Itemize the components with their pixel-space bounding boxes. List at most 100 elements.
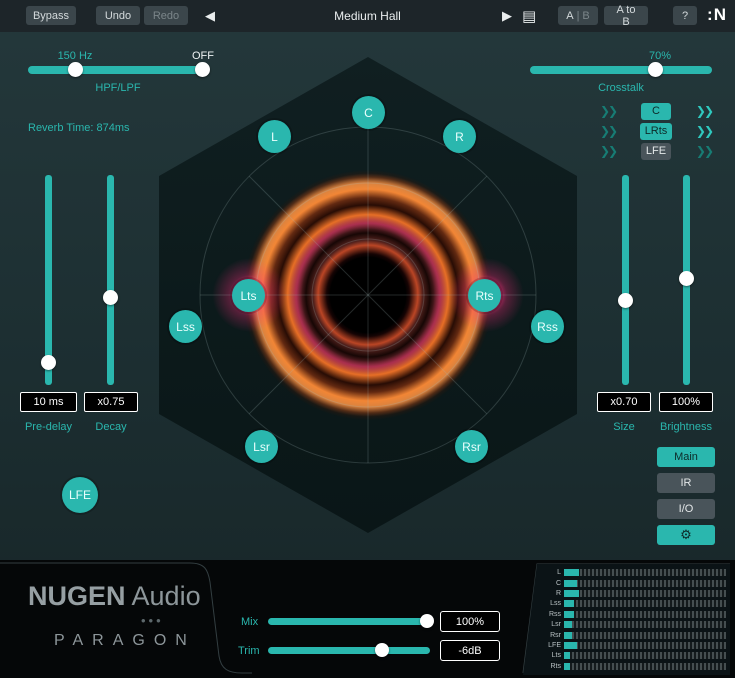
routing-input-chevron-icon[interactable]: ❯❯ [600, 104, 616, 118]
meter-fill [564, 642, 577, 649]
meter-channel-label: LFE [520, 641, 564, 650]
tab-ir[interactable]: IR [657, 473, 715, 493]
hpf-value-label: 150 Hz [50, 50, 100, 62]
meter-bar [564, 590, 726, 597]
routing-output-chevron-icon[interactable]: ❯❯ [696, 104, 712, 118]
routing-input-chevron-icon[interactable]: ❯❯ [600, 124, 616, 138]
meter-bar [564, 611, 726, 618]
meter-channel-label: L [520, 568, 564, 577]
mix-slider[interactable] [268, 618, 430, 625]
channel-node-lss[interactable]: Lss [169, 310, 202, 343]
routing-row-lrts: ❯❯ LRts ❯❯ [600, 122, 712, 140]
predelay-slider[interactable] [45, 175, 52, 385]
meter-fill [564, 590, 579, 597]
meter-fill [564, 632, 572, 639]
mix-label: Mix [241, 616, 258, 628]
preset-list-icon[interactable]: ▤ [522, 0, 536, 32]
brand-dots: ••• [141, 613, 164, 628]
predelay-label: Pre-delay [20, 421, 77, 433]
decay-label: Decay [84, 421, 138, 433]
channel-node-lfe[interactable]: LFE [62, 477, 98, 513]
meter-row: L [520, 568, 726, 577]
routing-row-lfe: ❯❯ LFE ❯❯ [600, 142, 712, 160]
meter-row: Lts [520, 651, 726, 660]
brightness-handle[interactable] [679, 271, 694, 286]
predelay-value-box[interactable]: 10 ms [20, 392, 77, 412]
channel-node-c[interactable]: C [352, 96, 385, 129]
meter-row: Rss [520, 610, 726, 619]
settings-gear-icon[interactable]: ⚙ [657, 525, 715, 545]
routing-output-chevron-icon[interactable]: ❯❯ [696, 124, 712, 138]
product-name: PARAGON [54, 632, 196, 650]
undo-button[interactable]: Undo [96, 6, 140, 25]
size-handle[interactable] [618, 293, 633, 308]
channel-node-l[interactable]: L [258, 120, 291, 153]
meter-channel-label: Lsr [520, 620, 564, 629]
routing-input-chevron-icon[interactable]: ❯❯ [600, 144, 616, 158]
meter-channel-label: Rts [520, 662, 564, 671]
meter-bar [564, 652, 726, 659]
bypass-button[interactable]: Bypass [26, 6, 76, 25]
reverb-time-readout: Reverb Time: 874ms [28, 122, 188, 134]
trim-label: Trim [238, 645, 260, 657]
ab-b-label: B [582, 10, 589, 22]
previous-preset-icon[interactable]: ◀ [205, 0, 215, 32]
meter-bar [564, 663, 726, 670]
routing-lrts-button[interactable]: LRts [640, 123, 673, 140]
brightness-slider[interactable] [683, 175, 690, 385]
channel-node-rsr[interactable]: Rsr [455, 430, 488, 463]
routing-row-c: ❯❯ C ❯❯ [600, 102, 712, 120]
meter-channel-label: Rsr [520, 631, 564, 640]
size-slider[interactable] [622, 175, 629, 385]
channel-node-rts[interactable]: Rts [468, 279, 501, 312]
hpf-lpf-label: HPF/LPF [28, 82, 208, 94]
a-to-b-button[interactable]: A to B [604, 6, 648, 25]
crosstalk-value-label: 70% [640, 50, 680, 62]
lpf-handle[interactable] [195, 62, 210, 77]
meter-fill [564, 580, 577, 587]
hpf-lpf-slider[interactable] [28, 66, 208, 74]
meter-row: C [520, 579, 726, 588]
help-button[interactable]: ? [673, 6, 697, 25]
meter-fill [564, 621, 572, 628]
meter-bar [564, 580, 726, 587]
meter-channel-label: Lts [520, 651, 564, 660]
meter-channel-label: R [520, 589, 564, 598]
channel-node-rss[interactable]: Rss [531, 310, 564, 343]
channel-node-lts[interactable]: Lts [232, 279, 265, 312]
meter-fill [564, 663, 570, 670]
channel-node-r[interactable]: R [443, 120, 476, 153]
routing-lfe-button[interactable]: LFE [641, 143, 671, 160]
trim-value-box[interactable]: -6dB [440, 640, 500, 661]
next-preset-icon[interactable]: ▶ [502, 0, 512, 32]
lpf-value-label: OFF [185, 50, 221, 62]
decay-slider[interactable] [107, 175, 114, 385]
redo-button[interactable]: Redo [144, 6, 188, 25]
trim-slider[interactable] [268, 647, 430, 654]
meter-bar [564, 600, 726, 607]
mix-value-box[interactable]: 100% [440, 611, 500, 632]
ab-compare-button[interactable]: A | B [558, 6, 598, 25]
meter-fill [564, 652, 570, 659]
tab-main[interactable]: Main [657, 447, 715, 467]
brightness-value-box[interactable]: 100% [659, 392, 713, 412]
crosstalk-handle[interactable] [648, 62, 663, 77]
size-value-box[interactable]: x0.70 [597, 392, 651, 412]
routing-output-chevron-icon[interactable]: ❯❯ [696, 144, 712, 158]
trim-handle[interactable] [375, 643, 389, 657]
predelay-handle[interactable] [41, 355, 56, 370]
decay-value-box[interactable]: x0.75 [84, 392, 138, 412]
crosstalk-slider[interactable] [530, 66, 712, 74]
channel-meters-panel: L C R Lss Rss Lsr [520, 564, 730, 675]
hpf-handle[interactable] [68, 62, 83, 77]
decay-handle[interactable] [103, 290, 118, 305]
meter-row: Lsr [520, 620, 726, 629]
channel-node-lsr[interactable]: Lsr [245, 430, 278, 463]
tab-io[interactable]: I/O [657, 499, 715, 519]
meter-bar [564, 642, 726, 649]
brightness-label: Brightness [650, 421, 722, 433]
mix-handle[interactable] [420, 614, 434, 628]
routing-c-button[interactable]: C [641, 103, 671, 120]
meter-row: LFE [520, 641, 726, 650]
size-label: Size [597, 421, 651, 433]
